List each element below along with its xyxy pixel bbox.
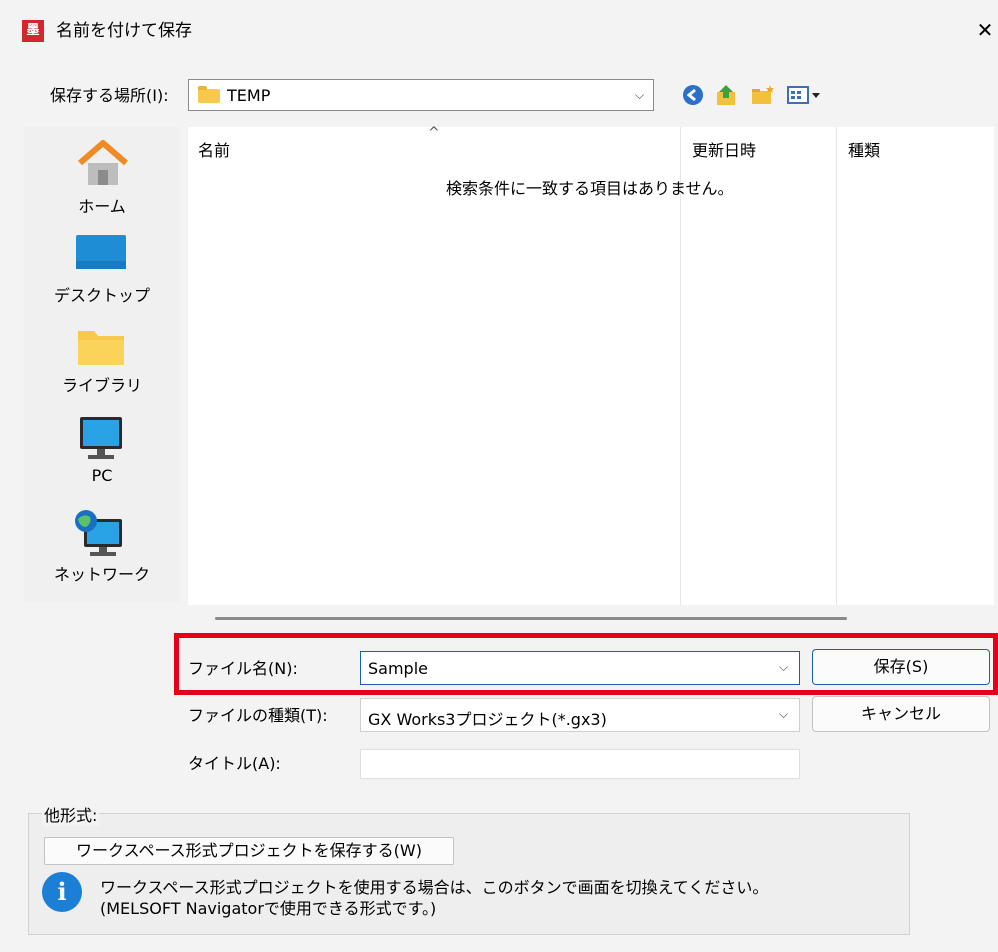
other-format-label: 他形式: — [42, 802, 100, 826]
folder-icon — [198, 86, 220, 103]
filetype-value: GX Works3プロジェクト(*.gx3) — [368, 710, 607, 729]
info-text: ワークスペース形式プロジェクトを使用する場合は、このボタンで画面を切換えてくださ… — [100, 877, 768, 919]
place-label: ネットワーク — [53, 565, 150, 584]
filetype-combo[interactable]: GX Works3プロジェクト(*.gx3) ⌵ — [360, 698, 800, 732]
highlight-box — [174, 633, 998, 695]
pc-monitor-icon — [80, 417, 122, 459]
place-library[interactable]: ライブラリ — [24, 319, 180, 409]
title-bar: 墨 名前を付けて保存 ✕ — [0, 0, 998, 58]
place-pc[interactable]: PC — [24, 411, 180, 501]
new-folder-icon[interactable] — [750, 82, 776, 108]
info-line: (MELSOFT Navigatorで使用できる形式です。) — [100, 899, 437, 918]
title-label: タイトル(A): — [188, 754, 281, 773]
home-icon — [78, 140, 128, 185]
save-in-label: 保存する場所(I): — [50, 86, 169, 105]
save-as-dialog: 墨 名前を付けて保存 ✕ 保存する場所(I): TEMP ⌵ ホーム デスクトッ… — [0, 0, 998, 952]
place-label: ライブラリ — [61, 376, 142, 395]
save-in-value: TEMP — [227, 86, 271, 105]
save-in-combo[interactable]: TEMP ⌵ — [188, 79, 654, 111]
library-folder-icon — [78, 331, 124, 365]
places-bar: ホーム デスクトップ ライブラリ PC ネットワーク — [24, 127, 180, 602]
column-header-name[interactable]: 名前 — [198, 137, 230, 161]
column-header-type[interactable]: 種類 — [848, 137, 880, 161]
title-input[interactable] — [360, 749, 800, 779]
place-home[interactable]: ホーム — [24, 135, 180, 225]
column-header-modified[interactable]: 更新日時 — [692, 137, 756, 161]
dialog-title: 名前を付けて保存 — [56, 21, 192, 41]
place-label: ホーム — [78, 197, 126, 216]
cancel-button[interactable]: キャンセル — [812, 696, 990, 732]
filetype-label: ファイルの種類(T): — [188, 706, 328, 725]
horizontal-scrollbar[interactable] — [215, 617, 847, 620]
info-icon: i — [42, 872, 82, 912]
place-label: デスクトップ — [53, 286, 150, 305]
back-icon[interactable] — [680, 82, 706, 108]
desktop-icon — [76, 235, 126, 269]
view-menu-icon[interactable] — [786, 82, 822, 108]
workspace-save-button[interactable]: ワークスペース形式プロジェクトを保存する(W) — [44, 837, 454, 865]
close-button[interactable]: ✕ — [972, 14, 998, 46]
sort-arrow-icon: ^ — [428, 125, 440, 141]
place-label: PC — [91, 466, 113, 485]
file-list[interactable]: ^ 名前 更新日時 種類 検索条件に一致する項目はありません。 — [188, 125, 994, 605]
place-network[interactable]: ネットワーク — [24, 503, 180, 593]
place-desktop[interactable]: デスクトップ — [24, 227, 180, 317]
chevron-down-icon: ⌵ — [635, 88, 645, 102]
info-line: ワークスペース形式プロジェクトを使用する場合は、このボタンで画面を切換えてくださ… — [100, 878, 769, 897]
chevron-down-icon: ⌵ — [779, 707, 789, 721]
network-icon — [75, 510, 122, 556]
empty-message: 検索条件に一致する項目はありません。 — [446, 179, 734, 198]
up-folder-icon[interactable] — [714, 82, 740, 108]
column-divider — [836, 127, 837, 605]
app-icon: 墨 — [22, 20, 44, 42]
